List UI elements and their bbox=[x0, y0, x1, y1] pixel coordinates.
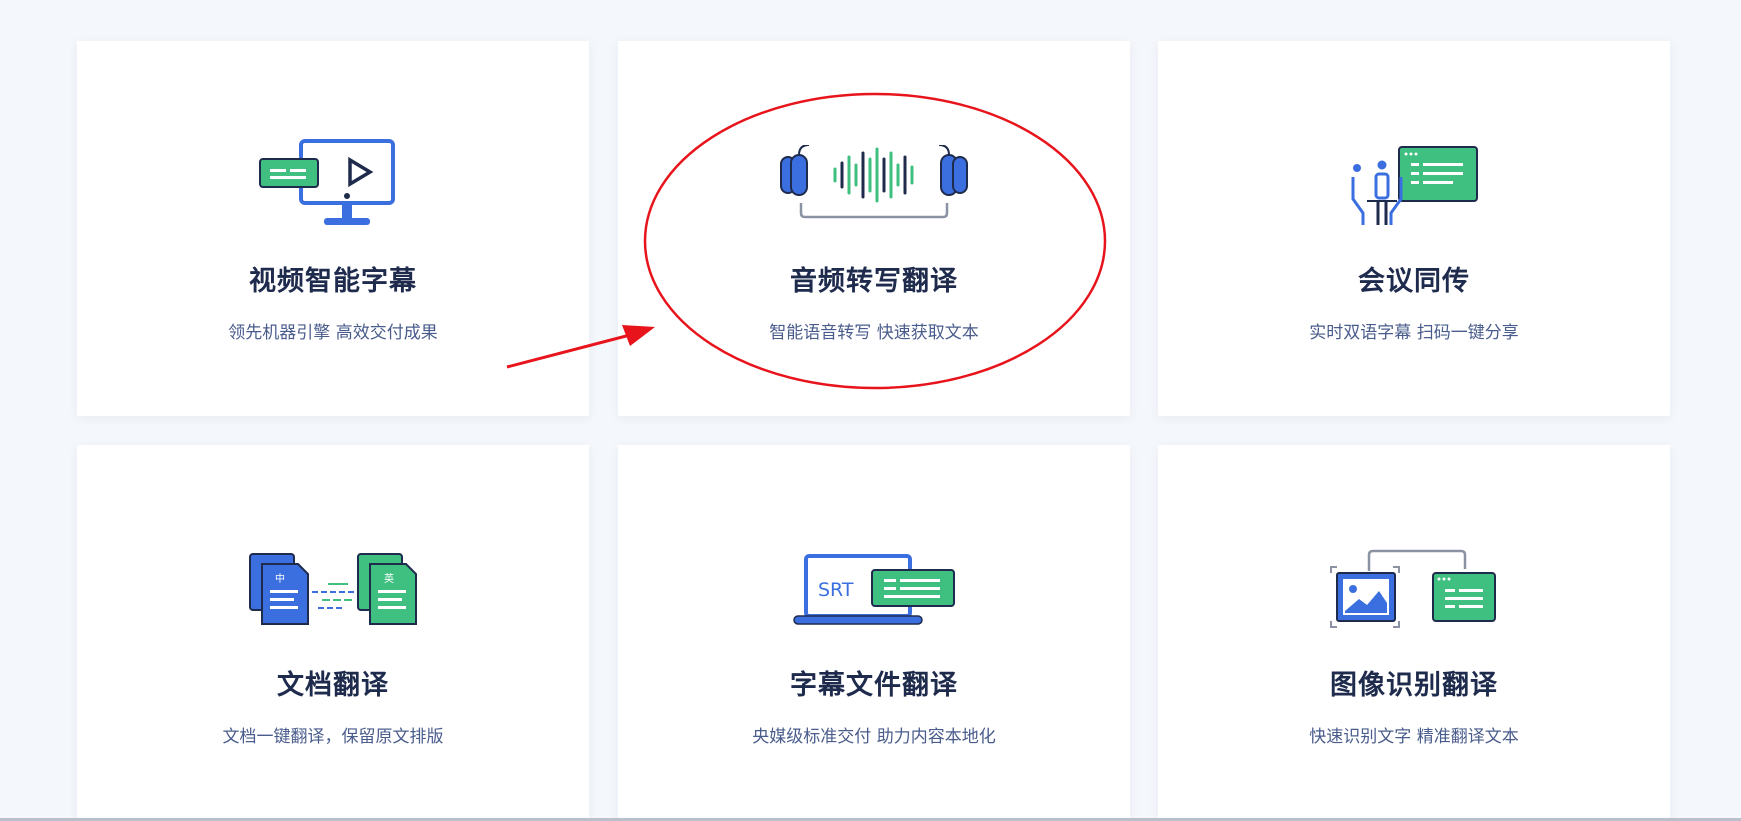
card-title: 图像识别翻译 bbox=[1330, 670, 1498, 701]
srt-text: SRT bbox=[818, 579, 854, 601]
card-subtitle-file-translation[interactable]: SRT 字幕文件翻译 央媒级标准交付 助力内容本地化 bbox=[618, 445, 1130, 821]
card-image-ocr-translation[interactable]: 图像识别翻译 快速识别文字 精准翻译文本 bbox=[1158, 445, 1670, 821]
card-title: 视频智能字幕 bbox=[249, 266, 417, 297]
card-desc: 央媒级标准交付 助力内容本地化 bbox=[752, 727, 996, 747]
card-title: 会议同传 bbox=[1358, 266, 1470, 297]
card-title: 字幕文件翻译 bbox=[790, 670, 958, 701]
document-translate-icon: 中 英 bbox=[77, 523, 589, 655]
meeting-presentation-icon bbox=[1158, 119, 1670, 251]
doc-right-char: 英 bbox=[384, 572, 394, 585]
card-title: 音频转写翻译 bbox=[790, 266, 958, 297]
card-document-translation[interactable]: 中 英 文档翻译 文档一键翻译，保留原文排版 bbox=[77, 445, 589, 821]
card-desc: 领先机器引擎 高效交付成果 bbox=[228, 323, 438, 343]
image-recognition-icon bbox=[1158, 523, 1670, 655]
feature-grid: 视频智能字幕 领先机器引擎 高效交付成果 音频转写翻译 智能语音转写 快速获取文… bbox=[0, 0, 1741, 821]
video-monitor-icon bbox=[77, 119, 589, 251]
card-title: 文档翻译 bbox=[277, 670, 389, 701]
card-meeting-interpretation[interactable]: 会议同传 实时双语字幕 扫码一键分享 bbox=[1158, 41, 1670, 416]
headphones-waveform-icon bbox=[618, 119, 1130, 251]
srt-laptop-icon: SRT bbox=[618, 523, 1130, 655]
card-desc: 实时双语字幕 扫码一键分享 bbox=[1309, 323, 1519, 343]
card-desc: 智能语音转写 快速获取文本 bbox=[769, 323, 979, 343]
card-desc: 快速识别文字 精准翻译文本 bbox=[1309, 727, 1519, 747]
card-video-subtitles[interactable]: 视频智能字幕 领先机器引擎 高效交付成果 bbox=[77, 41, 589, 416]
doc-left-char: 中 bbox=[275, 572, 285, 585]
card-desc: 文档一键翻译，保留原文排版 bbox=[222, 727, 444, 747]
card-audio-transcribe[interactable]: 音频转写翻译 智能语音转写 快速获取文本 bbox=[618, 41, 1130, 416]
